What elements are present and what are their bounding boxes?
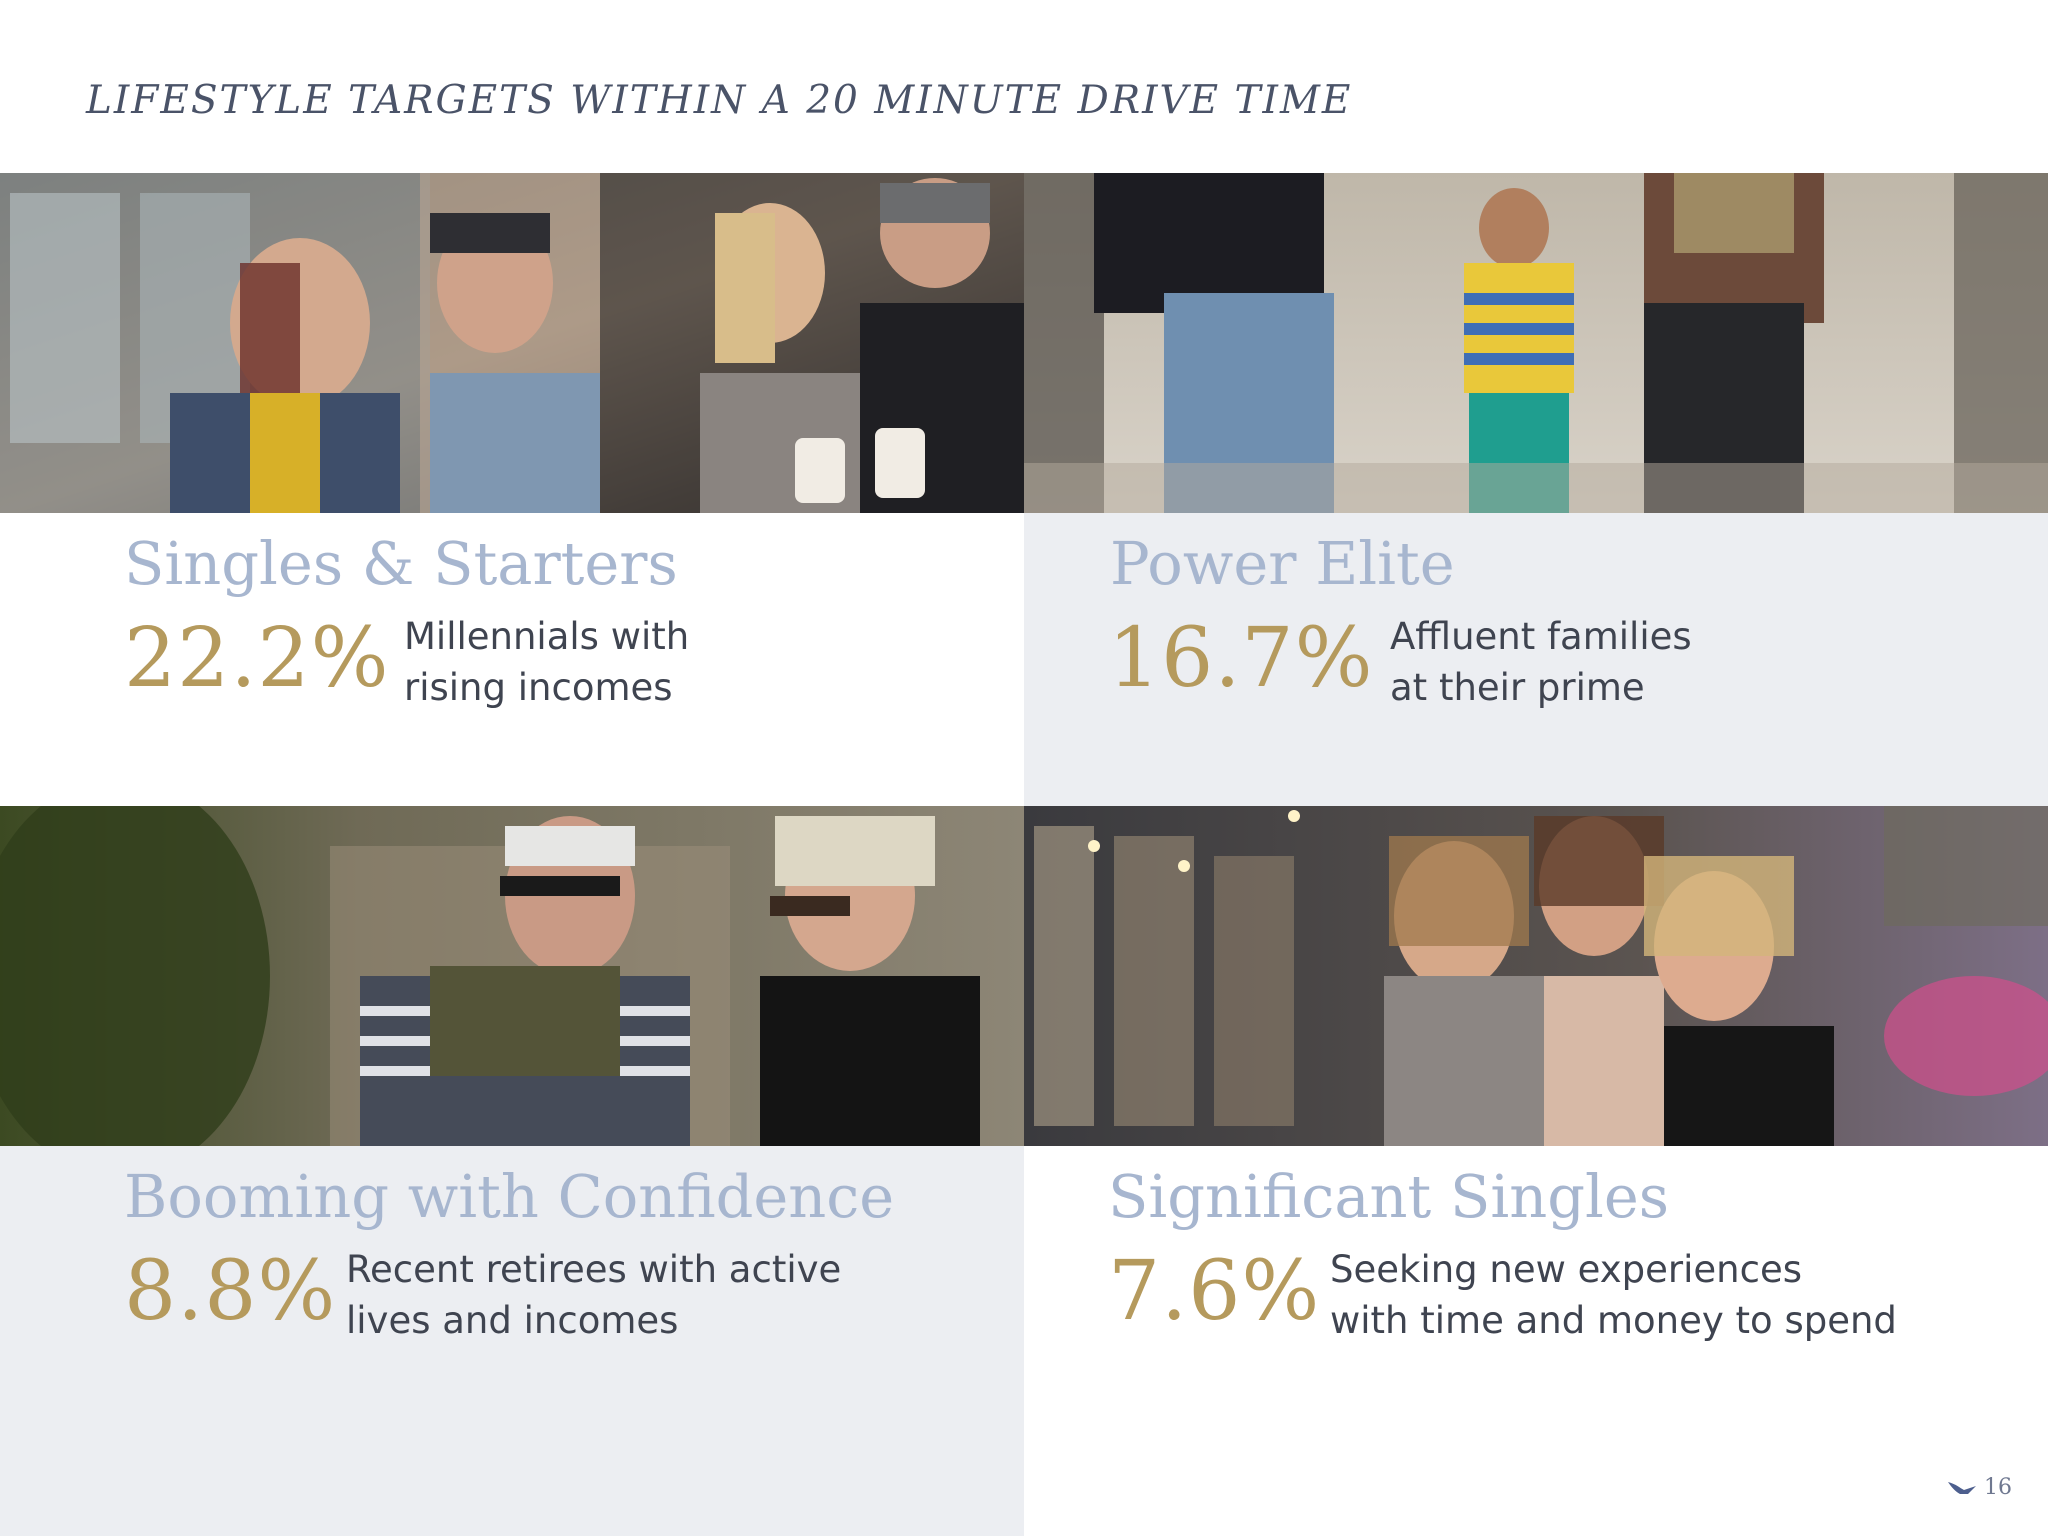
page-number-text: 16 xyxy=(1984,1475,2012,1500)
page-title: LIFESTYLE TARGETS WITHIN A 20 MINUTE DRI… xyxy=(86,78,1353,123)
segment-description: Millennials with rising incomes xyxy=(404,611,689,713)
segment-card-power-elite: Power Elite 16.7% Affluent families at t… xyxy=(1024,173,2048,806)
segment-description-line: rising incomes xyxy=(404,666,673,709)
bird-logo-icon xyxy=(1948,1481,1976,1494)
segment-description-line: Millennials with xyxy=(404,615,690,658)
segment-description-line: with time and money to spend xyxy=(1330,1299,1897,1342)
segment-description-line: Recent retirees with active xyxy=(346,1248,842,1291)
segment-description: Recent retirees with active lives and in… xyxy=(346,1244,841,1346)
family-walking-photo xyxy=(1024,173,2048,513)
segment-description: Affluent families at their prime xyxy=(1390,611,1692,713)
segment-name: Significant Singles xyxy=(1108,1162,1670,1231)
segment-name: Power Elite xyxy=(1110,529,1455,598)
segment-card-singles-starters: Singles & Starters 22.2% Millennials wit… xyxy=(0,173,1024,806)
segment-description-line: Seeking new experiences xyxy=(1330,1248,1803,1291)
segment-percent: 22.2% xyxy=(124,611,390,706)
segment-name: Singles & Starters xyxy=(124,529,678,598)
segment-description-line: at their prime xyxy=(1390,666,1645,709)
segment-description-line: lives and incomes xyxy=(346,1299,679,1342)
segment-card-significant-singles: Significant Singles 7.6% Seeking new exp… xyxy=(1024,806,2048,1536)
retired-couple-photo xyxy=(0,806,1024,1146)
segment-percent: 7.6% xyxy=(1108,1244,1321,1339)
segment-percent: 8.8% xyxy=(124,1244,337,1339)
page-number: 16 xyxy=(1946,1475,2012,1500)
segment-description-line: Affluent families xyxy=(1390,615,1692,658)
segment-description: Seeking new experiences with time and mo… xyxy=(1330,1244,1897,1346)
segment-name: Booming with Confidence xyxy=(124,1162,895,1231)
women-friends-night-photo xyxy=(1024,806,2048,1146)
segment-percent: 16.7% xyxy=(1108,611,1374,706)
friends-cafe-photo xyxy=(0,173,1024,513)
segment-card-booming-with-confidence: Booming with Confidence 8.8% Recent reti… xyxy=(0,806,1024,1536)
